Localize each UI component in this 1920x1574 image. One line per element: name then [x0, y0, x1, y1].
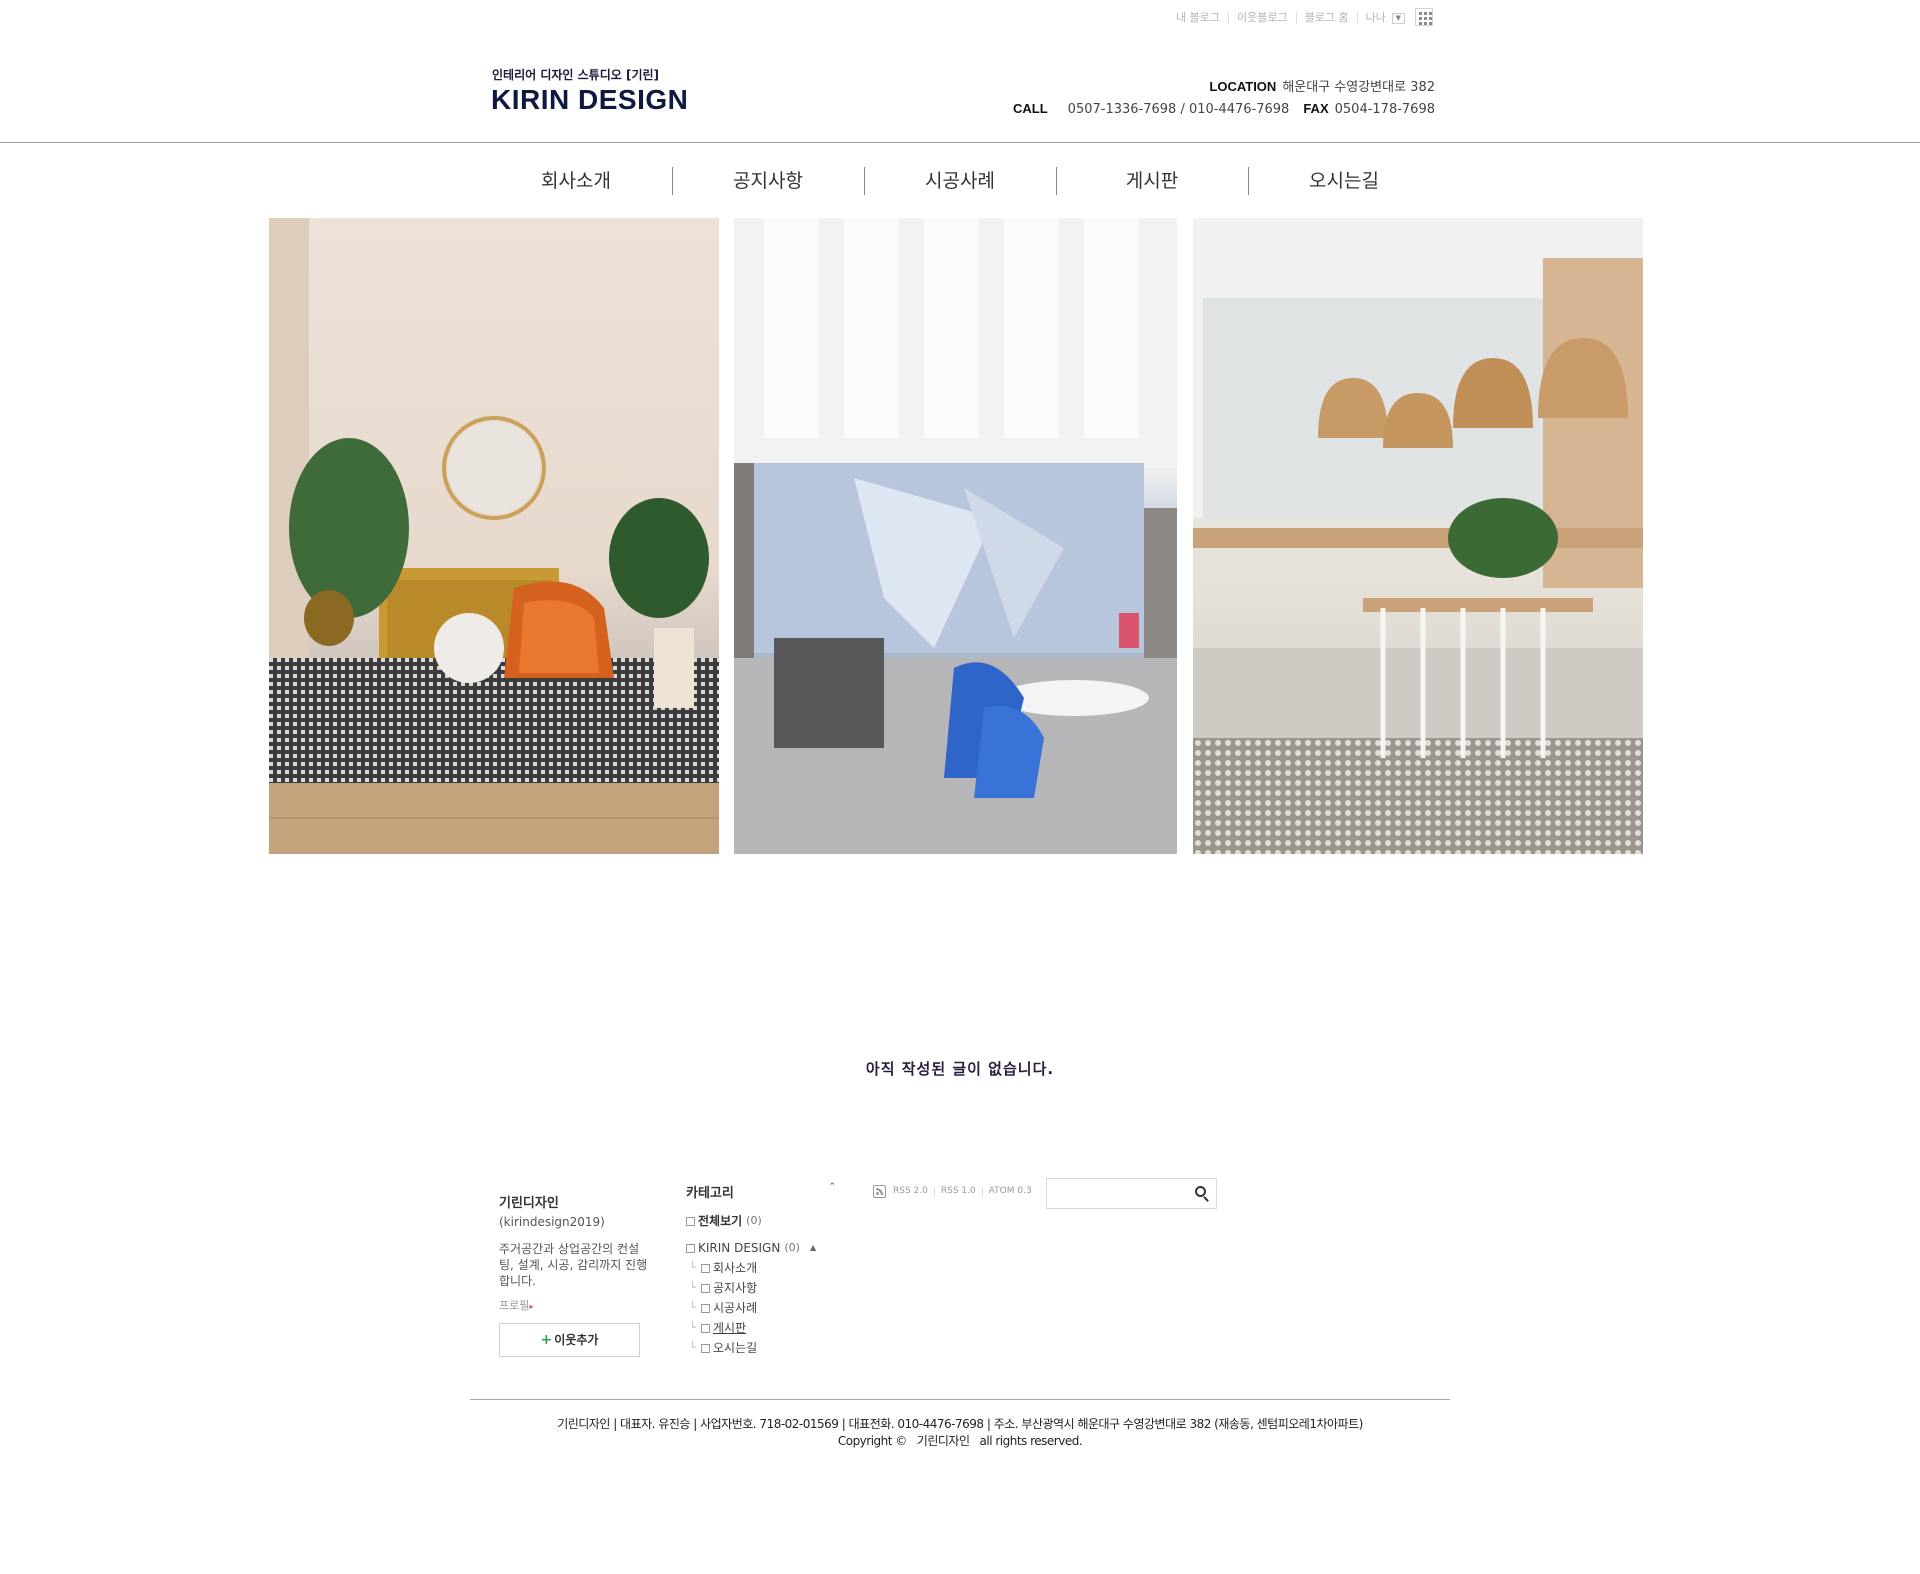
category-item-label: 게시판 [713, 1321, 747, 1335]
copyright-company: 기린디자인 [916, 1434, 970, 1448]
empty-post-message: 아직 작성된 글이 없습니다. [865, 1060, 1055, 1078]
neighbor-blog-link[interactable]: 이웃블로그 [1227, 12, 1296, 24]
nav-item-directions[interactable]: 오시는길 [1248, 165, 1440, 197]
rss1-link[interactable]: RSS 1.0 [933, 1187, 982, 1196]
tree-branch-icon: └ [689, 1261, 696, 1274]
nickname: 나나 [1365, 11, 1386, 24]
tree-branch-icon: └ [689, 1281, 696, 1294]
category-group-count: (0) [784, 1241, 800, 1254]
category-item-portfolio[interactable]: └ 시공사례 [686, 1298, 836, 1318]
rss-icon [873, 1185, 886, 1198]
chevron-up-icon[interactable]: ▲ [810, 1238, 816, 1258]
profile-link-label: 프로필 [499, 1299, 530, 1312]
profile-name: 기린디자인 [499, 1196, 559, 1211]
category-item-company[interactable]: └ 회사소개 [686, 1258, 836, 1278]
category-item-label: 회사소개 [713, 1261, 758, 1275]
search-input[interactable] [1047, 1179, 1193, 1207]
blog-home-link[interactable]: 블로그 홈 [1295, 12, 1357, 24]
tree-branch-icon: └ [689, 1321, 696, 1334]
category-all-label: 전체보기 [698, 1214, 743, 1228]
search-icon[interactable] [1195, 1186, 1206, 1197]
profile-widget: 기린디자인 (kirindesign2019) 주거공간과 상업공간의 컨설팅,… [499, 1192, 649, 1313]
category-item-notice[interactable]: └ 공지사항 [686, 1278, 836, 1298]
collapse-icon[interactable]: ⌃ [828, 1182, 836, 1201]
header-divider [0, 142, 1920, 143]
footer-business-info: 기린디자인 | 대표자. 유진승 | 사업자번호. 718-02-01569 |… [557, 1417, 1363, 1431]
banner-photo-office-lounge [734, 218, 1177, 854]
add-neighbor-button[interactable]: + 이웃추가 [499, 1323, 640, 1357]
call-label: CALL [1013, 101, 1048, 116]
apps-grid-icon[interactable] [1415, 8, 1433, 26]
atom-link[interactable]: ATOM 0.3 [981, 1187, 1038, 1196]
top-utility-bar: 내 블로그 이웃블로그 블로그 홈 나나 ▼ [1168, 8, 1433, 28]
call-value: 0507-1336-7698 / 010-4476-7698 [1067, 102, 1290, 117]
category-group-label: KIRIN DESIGN [698, 1241, 781, 1255]
category-item-label: 시공사례 [713, 1301, 758, 1315]
checkbox-icon [686, 1216, 695, 1226]
category-item-directions[interactable]: └ 오시는길 [686, 1338, 836, 1358]
category-item-label: 공지사항 [713, 1281, 758, 1295]
rss-links: RSS 2.0 RSS 1.0 ATOM 0.3 [873, 1185, 1038, 1198]
checkbox-icon [701, 1323, 710, 1333]
main-nav: 회사소개 공지사항 시공사례 게시판 오시는길 [480, 165, 1440, 197]
location-label: LOCATION [1209, 79, 1277, 94]
copyright-rights: all rights reserved. [979, 1434, 1083, 1448]
footer-copyright: Copyright © 기린디자인 all rights reserved. [0, 1432, 1920, 1449]
user-menu[interactable]: 나나 ▼ [1356, 11, 1413, 24]
copyright-label: Copyright © [837, 1434, 907, 1448]
tree-branch-icon: └ [689, 1341, 696, 1354]
banner-photo-living-room [269, 218, 719, 854]
nav-item-notice[interactable]: 공지사항 [672, 165, 864, 197]
profile-description: 주거공간과 상업공간의 컨설팅, 설계, 시공, 감리까지 진행합니다. [499, 1242, 648, 1288]
category-widget: 카테고리 ⌃ 전체보기 (0) KIRIN DESIGN (0) ▲ └ 회사소… [686, 1182, 836, 1358]
checkbox-icon [701, 1303, 710, 1313]
category-all-count: (0) [746, 1214, 762, 1227]
checkbox-icon [701, 1283, 710, 1293]
arrow-right-icon: ▸ [529, 1302, 534, 1311]
rss2-link[interactable]: RSS 2.0 [893, 1187, 934, 1196]
checkbox-icon [701, 1263, 710, 1273]
category-item-board[interactable]: └ 게시판 [686, 1318, 836, 1338]
nav-item-portfolio[interactable]: 시공사례 [864, 165, 1056, 197]
add-neighbor-label: 이웃추가 [554, 1333, 599, 1347]
plus-icon: + [540, 1332, 553, 1348]
location-value: 해운대구 수영강변대로 382 [1282, 80, 1435, 95]
checkbox-icon [701, 1343, 710, 1353]
category-all[interactable]: 전체보기 (0) [686, 1211, 836, 1231]
nav-item-board[interactable]: 게시판 [1056, 165, 1248, 197]
chevron-down-icon[interactable]: ▼ [1391, 12, 1405, 24]
contact-info: LOCATION 해운대구 수영강변대로 382 CALL 0507-1336-76… [1013, 76, 1435, 120]
category-item-label: 오시는길 [713, 1341, 758, 1355]
tree-branch-icon: └ [689, 1301, 696, 1314]
brand-subtitle: 인테리어 디자인 스튜디오 [기린] [492, 68, 660, 82]
banner-photo-cafe [1193, 218, 1643, 854]
checkbox-icon [686, 1243, 695, 1253]
fax-label: FAX [1303, 101, 1329, 116]
profile-id: (kirindesign2019) [499, 1215, 605, 1229]
category-title: 카테고리 [686, 1186, 734, 1201]
profile-link[interactable]: 프로필▸ [499, 1299, 533, 1312]
brand-logo[interactable]: KIRIN DESIGN [491, 84, 688, 116]
my-blog-link[interactable]: 내 블로그 [1168, 12, 1228, 24]
fax-value: 0504-178-7698 [1334, 102, 1435, 117]
footer-divider [470, 1399, 1450, 1400]
category-group[interactable]: KIRIN DESIGN (0) ▲ [686, 1238, 836, 1258]
nav-item-company[interactable]: 회사소개 [480, 165, 672, 197]
blog-search [1046, 1178, 1217, 1209]
